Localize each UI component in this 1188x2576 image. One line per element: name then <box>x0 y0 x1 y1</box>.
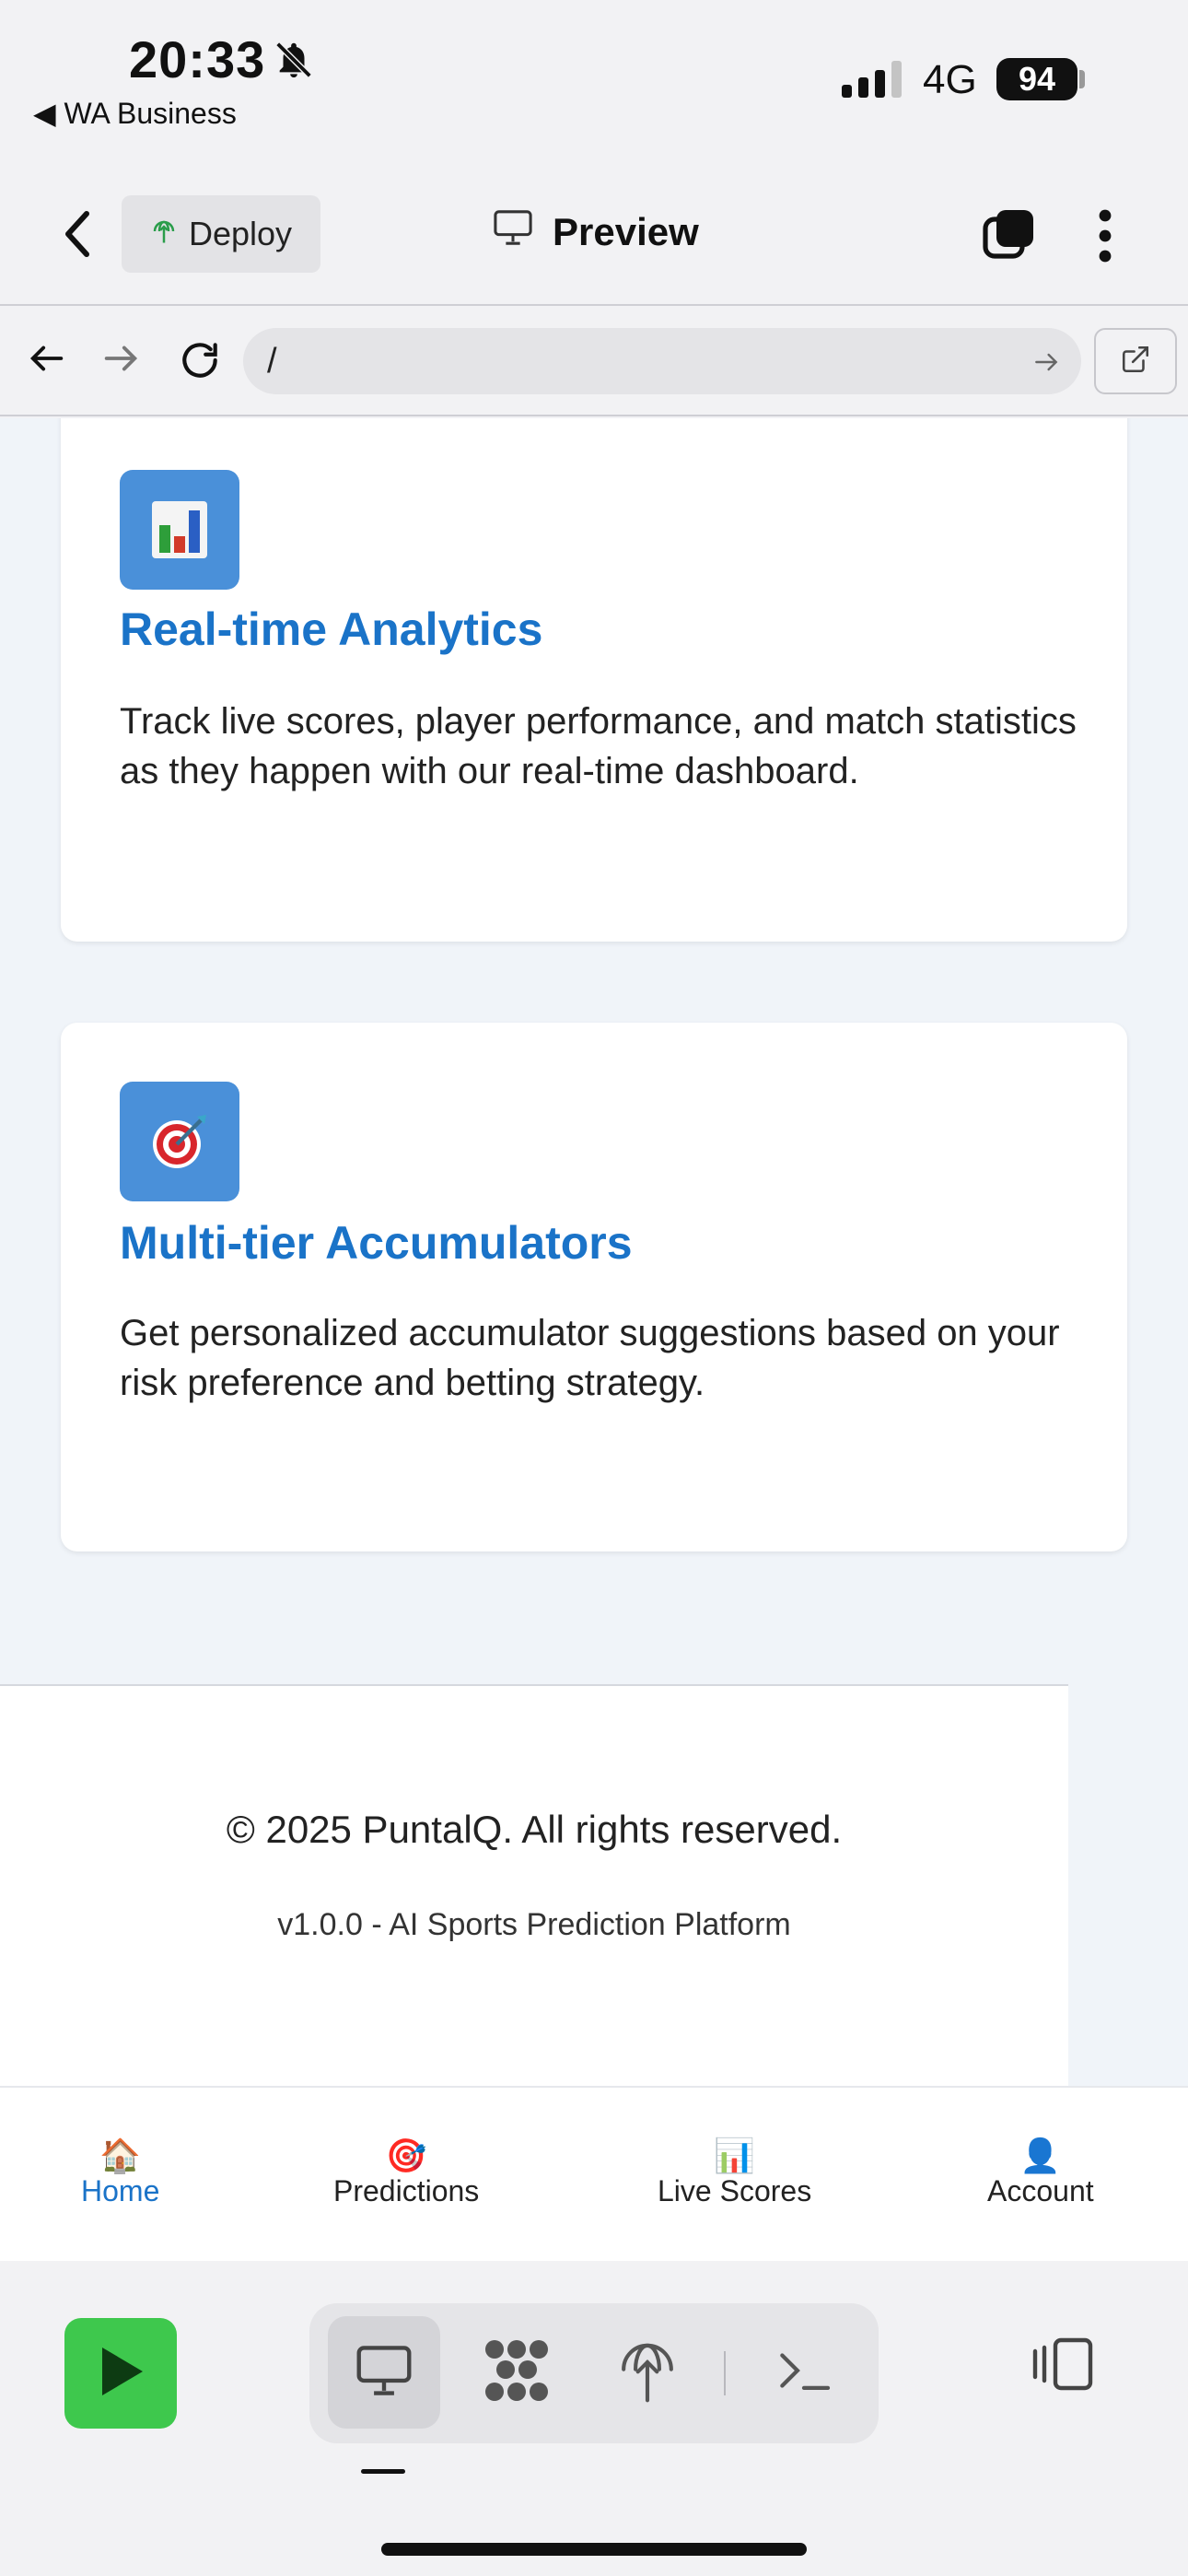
status-bar: 20:33 ◀ WA Business 4G 94 <box>0 0 1188 166</box>
preview-title: Preview <box>492 208 699 256</box>
home-indicator <box>381 2543 807 2556</box>
open-external-button[interactable] <box>1094 328 1177 394</box>
feature-description: Track live scores, player performance, a… <box>120 701 1077 791</box>
run-button[interactable] <box>64 2318 177 2429</box>
site-footer: © 2025 PuntalQ. All rights reserved. v1.… <box>0 1684 1068 2088</box>
url-text: / <box>267 341 277 381</box>
monitor-icon <box>354 2343 414 2403</box>
target-icon <box>120 1082 239 1201</box>
go-arrow-icon[interactable] <box>1031 346 1061 386</box>
feature-description: Get personalized accumulator suggestions… <box>120 1313 1060 1403</box>
deploy-view-button[interactable] <box>591 2316 704 2429</box>
battery-indicator: 94 <box>996 58 1077 100</box>
more-options-icon[interactable] <box>1094 206 1116 270</box>
play-icon <box>95 2344 146 2404</box>
tab-label: Home <box>81 2174 160 2207</box>
deploy-button[interactable]: Deploy <box>122 195 320 273</box>
feature-card: Real-time Analytics Track live scores, p… <box>61 418 1127 942</box>
back-chevron-icon[interactable] <box>59 208 96 264</box>
tab-live-scores[interactable]: 📊 Live Scores <box>658 2137 811 2208</box>
replit-logo-icon <box>482 2338 552 2407</box>
house-icon: 🏠 <box>99 2137 142 2174</box>
tab-label: Predictions <box>333 2174 480 2207</box>
deploy-icon <box>619 2338 676 2407</box>
back-to-app-link[interactable]: ◀ WA Business <box>33 96 237 131</box>
split-panel-icon[interactable] <box>1030 2336 1096 2396</box>
status-time: 20:33 <box>129 30 266 88</box>
back-arrow-icon[interactable] <box>26 337 68 384</box>
monitor-icon <box>492 208 534 256</box>
version-text: v1.0.0 - AI Sports Prediction Platform <box>277 1907 791 1942</box>
external-link-icon <box>1120 344 1151 380</box>
tab-label: Live Scores <box>658 2174 812 2207</box>
url-bar[interactable]: / <box>243 328 1081 394</box>
feature-title: Real-time Analytics <box>120 603 543 655</box>
bar-chart-icon <box>120 470 239 590</box>
deploy-label: Deploy <box>188 215 293 252</box>
bar-chart-icon: 📊 <box>714 2137 755 2174</box>
tab-label: Account <box>987 2174 1094 2207</box>
bell-slash-icon <box>273 39 315 86</box>
shell-view-button[interactable] <box>748 2316 860 2429</box>
preview-view-button[interactable] <box>328 2316 440 2429</box>
browser-bar: / <box>0 306 1188 416</box>
workspace-toolbar <box>0 2261 1188 2576</box>
tab-account[interactable]: 👤 Account <box>987 2137 1094 2208</box>
target-icon: 🎯 <box>385 2137 427 2174</box>
feature-card: Multi-tier Accumulators Get personalized… <box>61 1023 1127 1551</box>
web-preview: Real-time Analytics Track live scores, p… <box>0 418 1188 2088</box>
copyright-text: © 2025 PuntalQ. All rights reserved. <box>226 1808 843 1851</box>
view-switcher <box>309 2303 879 2443</box>
network-type: 4G <box>923 57 977 102</box>
deploy-icon <box>150 215 178 253</box>
tabs-icon[interactable] <box>980 206 1039 270</box>
workspace-view-button[interactable] <box>460 2316 573 2429</box>
reload-icon[interactable] <box>177 337 223 388</box>
active-view-indicator <box>361 2469 405 2474</box>
tab-predictions[interactable]: 🎯 Predictions <box>333 2137 479 2208</box>
user-icon: 👤 <box>1019 2137 1062 2174</box>
divider <box>724 2351 726 2395</box>
cell-signal-icon <box>842 61 902 98</box>
terminal-icon <box>775 2347 833 2399</box>
app-header: Deploy Preview <box>0 166 1188 306</box>
bottom-navigation: 🏠 Home 🎯 Predictions 📊 Live Scores 👤 Acc… <box>0 2086 1188 2261</box>
forward-arrow-icon[interactable] <box>99 337 142 384</box>
feature-title: Multi-tier Accumulators <box>120 1217 633 1269</box>
tab-home[interactable]: 🏠 Home <box>81 2137 159 2208</box>
battery-tip <box>1079 70 1085 88</box>
preview-label: Preview <box>553 210 699 253</box>
